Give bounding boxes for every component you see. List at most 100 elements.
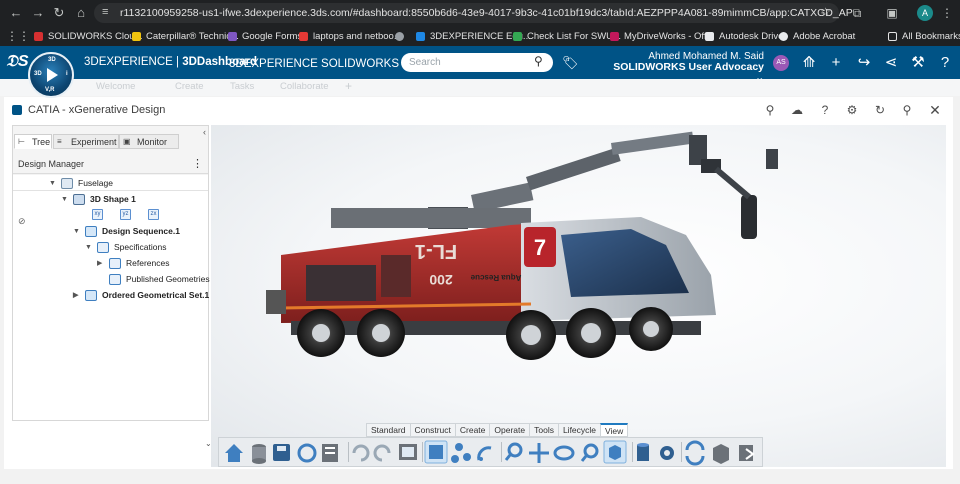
settings-icon[interactable]: ⚙ (845, 103, 859, 117)
gear-icon[interactable] (660, 446, 674, 460)
profile-avatar[interactable]: A (917, 5, 933, 21)
yz-plane-icon[interactable]: yz (120, 209, 131, 220)
network-icon[interactable] (451, 443, 471, 463)
collapse-arrow-icon[interactable]: ▼ (61, 196, 69, 203)
bookmark-adobe-acrobat[interactable]: Adobe Acrobat (779, 29, 855, 43)
bookmark-solidworks-cloud[interactable]: SOLIDWORKS Clou... (34, 29, 143, 43)
tab-monitor[interactable]: ▣ Monitor (119, 134, 179, 149)
bookmark-caterpillar[interactable]: Caterpillar® Technic... (132, 29, 239, 43)
tab-view[interactable]: View (600, 423, 629, 437)
tree-node-published-geometries[interactable]: Published Geometries (97, 272, 210, 286)
tab-operate[interactable]: Operate (489, 423, 531, 437)
bookmark-mydriveworks[interactable]: MyDriveWorks - Off... (610, 29, 714, 43)
cloud-icon[interactable]: ☁ (790, 103, 804, 117)
site-info-icon[interactable]: ≡ (102, 6, 115, 19)
zoom-icon[interactable] (504, 442, 523, 461)
bookmark-laptops[interactable]: laptops and netboo... (299, 29, 402, 43)
expand-arrow-icon[interactable]: ▶ (97, 259, 105, 267)
pan-icon[interactable] (529, 443, 549, 463)
help-icon[interactable]: ? (936, 54, 954, 72)
tab-construct[interactable]: Construct (409, 423, 456, 437)
all-bookmarks[interactable]: All Bookmarks (888, 29, 960, 43)
layout-icon[interactable] (424, 440, 448, 464)
tree-node-design-sequence[interactable]: ▼ Design Sequence.1 (73, 224, 180, 238)
tree-node-3d-shape[interactable]: ▼ 3D Shape 1 (61, 192, 136, 206)
play-icon[interactable] (47, 68, 58, 82)
save-icon[interactable] (273, 444, 290, 461)
database-icon[interactable] (252, 444, 266, 464)
tab-standard[interactable]: Standard (366, 423, 411, 437)
cylinder-icon[interactable] (637, 443, 649, 461)
3d-viewport[interactable]: 7 Aqua Rescue FL-1 200 (211, 125, 946, 467)
bookmark-check-list[interactable]: Check List For SWU... (513, 29, 621, 43)
help-icon[interactable]: ? (818, 103, 832, 117)
add-icon[interactable]: + (827, 54, 845, 72)
share-icon[interactable]: ↪ (855, 54, 873, 72)
undo-icon[interactable] (352, 444, 370, 462)
tree-node-ordered-geometrical-set[interactable]: ▶ Ordered Geometrical Set.1 (73, 288, 209, 302)
home-page-icon[interactable]: ⌂ (73, 5, 89, 21)
back-icon[interactable]: ← (8, 5, 24, 21)
redo-icon[interactable] (373, 444, 391, 462)
collapse-panel-icon[interactable]: ‹ (203, 127, 206, 137)
tab-tasks[interactable]: Tasks (230, 81, 254, 92)
tree-node-specifications[interactable]: ▼ Specifications (85, 240, 166, 254)
browser-menu-icon[interactable]: ⋮ (939, 5, 955, 21)
bookmark-google-forms[interactable]: Google Forms (228, 29, 302, 43)
tab-experiment[interactable]: ≡ Experiment (53, 134, 119, 149)
bookmark-globe[interactable] (395, 29, 409, 43)
screen-capture-icon[interactable] (399, 444, 417, 460)
bookmark-autodesk-drive[interactable]: Autodesk Drive (705, 29, 783, 43)
hide-show-icon[interactable]: ⊘ (18, 216, 26, 227)
tools-icon[interactable]: ⚒ (909, 54, 927, 72)
broadcast-icon[interactable] (477, 446, 492, 461)
view-cube-icon[interactable] (603, 440, 627, 464)
tab-tree[interactable]: ⊢ Tree (14, 134, 52, 149)
extensions-icon[interactable]: ⧉ (849, 5, 865, 21)
tab-tools[interactable]: Tools (529, 423, 559, 437)
search-icon[interactable]: ⚲ (534, 55, 547, 68)
side-panel-icon[interactable]: ▣ (884, 5, 900, 21)
zx-plane-icon[interactable]: zx (148, 209, 159, 220)
tab-create[interactable]: Create (454, 423, 491, 437)
tree-node-references[interactable]: ▶ References (97, 256, 169, 270)
network-share-icon[interactable]: ⋖ (882, 54, 900, 72)
search-box[interactable]: Search ⚲ (401, 53, 553, 72)
close-icon[interactable]: ✕ (928, 103, 942, 117)
tab-welcome[interactable]: Welcome (96, 81, 135, 92)
collapse-arrow-icon[interactable]: ▼ (85, 244, 93, 251)
notification-icon[interactable]: ⟰ (800, 54, 818, 72)
properties-icon[interactable] (322, 444, 338, 462)
home-icon[interactable] (225, 444, 243, 462)
collapse-action-bar-icon[interactable]: ⌄ (205, 439, 212, 448)
app-switcher[interactable]: 3DEXPERIENCE SOLIDWORKS ⌄ (229, 56, 412, 70)
refresh-icon[interactable] (297, 443, 317, 463)
compass-widget[interactable]: 3D 3D i V,R (28, 52, 74, 98)
xy-plane-icon[interactable]: xy (92, 209, 103, 220)
expand-arrow-icon[interactable]: ▶ (73, 291, 81, 299)
collapse-arrow-icon[interactable]: ▼ (49, 180, 57, 187)
tag-icon[interactable]: 🏷︎ (562, 55, 579, 71)
update-icon[interactable] (685, 440, 705, 466)
more-options-icon[interactable]: ⋮ (192, 157, 203, 170)
tab-create[interactable]: Create (175, 81, 204, 92)
google-forms-favicon (228, 31, 237, 41)
apps-grid-icon[interactable]: ⋮⋮ (6, 28, 30, 44)
export-icon[interactable] (739, 445, 755, 461)
pin-icon[interactable]: ⚲ (900, 103, 914, 117)
tab-collaborate[interactable]: Collaborate (280, 81, 329, 92)
tree-node-fuselage[interactable]: ▼ Fuselage (49, 176, 113, 190)
rotate-icon[interactable] (553, 445, 575, 461)
refresh-icon[interactable]: ↻ (873, 103, 887, 117)
bookmark-star-icon[interactable]: ☆ (820, 5, 831, 19)
add-tab-button[interactable]: + (345, 79, 352, 93)
user-avatar[interactable]: AS (773, 55, 789, 71)
address-bar[interactable]: ≡ r1132100959258-us1-ifwe.3dexperience.3… (94, 3, 853, 23)
forward-icon[interactable]: → (30, 5, 46, 21)
3d-box-icon[interactable] (713, 444, 729, 464)
reload-icon[interactable]: ↻ (51, 5, 67, 21)
tab-lifecycle[interactable]: Lifecycle (557, 423, 602, 437)
collapse-arrow-icon[interactable]: ▼ (73, 228, 81, 235)
zoom-area-icon[interactable] (580, 443, 599, 462)
search-icon[interactable]: ⚲ (763, 103, 777, 117)
